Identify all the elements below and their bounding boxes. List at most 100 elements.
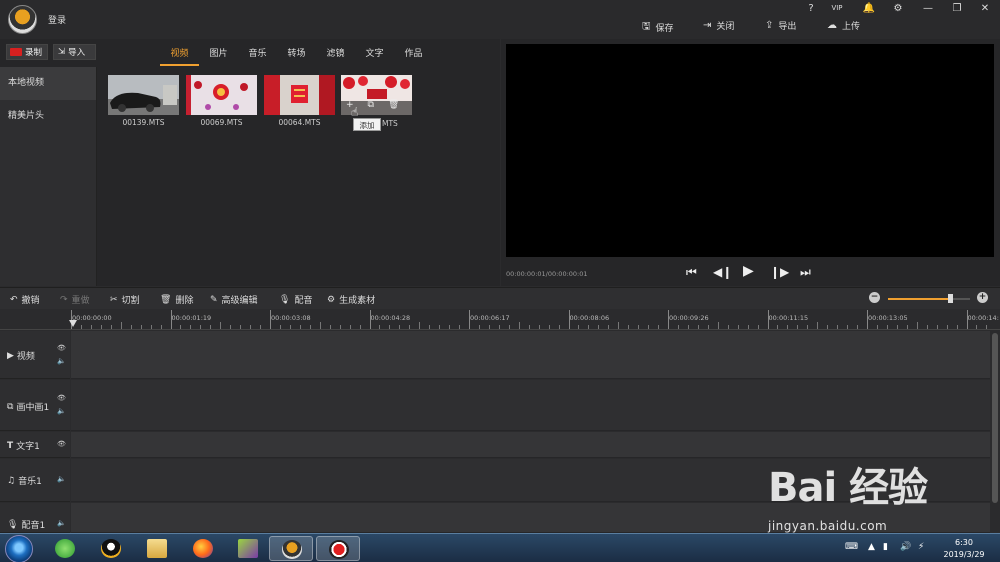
ruler-time-label: 00:00:14: bbox=[967, 314, 999, 322]
taskbar-app-qq[interactable] bbox=[89, 536, 133, 561]
music-note-icon: ♫ bbox=[7, 475, 16, 486]
sidebar-item-intro[interactable]: 精美片头 bbox=[0, 100, 96, 133]
advanced-edit-button[interactable]: ✎ 高级编辑 bbox=[210, 293, 258, 307]
media-clip[interactable]: 00069.MTS bbox=[186, 75, 257, 127]
track-lane-video[interactable] bbox=[71, 331, 990, 379]
tab-video[interactable]: 视频 bbox=[160, 46, 199, 66]
taskbar-app-video-editor[interactable] bbox=[269, 536, 313, 561]
media-clip[interactable]: 00139.MTS bbox=[108, 75, 179, 127]
ruler-minor-tick bbox=[618, 322, 620, 329]
start-button[interactable] bbox=[5, 535, 33, 562]
dub-button[interactable]: 🎙 配音 bbox=[279, 293, 312, 307]
timeline-scroll-thumb[interactable] bbox=[992, 333, 998, 503]
zoom-out-button[interactable]: − bbox=[869, 292, 880, 303]
ruler-minor-tick bbox=[578, 325, 580, 329]
tab-text[interactable]: 文字 bbox=[355, 46, 394, 66]
scissors-icon: ✂ bbox=[110, 294, 118, 305]
close-project-button[interactable]: ⇥ 关闭 bbox=[703, 19, 734, 32]
import-button[interactable]: ⇲ 导入 bbox=[53, 44, 96, 60]
taskbar-app-recorder[interactable] bbox=[316, 536, 360, 561]
media-clip[interactable]: 00064.MTS bbox=[264, 75, 335, 127]
ruler-minor-tick bbox=[658, 325, 660, 329]
ruler-minor-tick bbox=[449, 325, 451, 329]
step-back-icon[interactable]: ◀❙ bbox=[713, 265, 732, 279]
device-icon[interactable]: ▮ bbox=[883, 542, 888, 552]
zoom-slider-handle[interactable] bbox=[947, 294, 953, 303]
zoom-in-button[interactable]: + bbox=[977, 292, 988, 303]
minimize-button[interactable]: — bbox=[921, 3, 935, 14]
skip-end-icon[interactable]: ⏭ bbox=[800, 265, 811, 280]
timeline-ruler[interactable]: 00:00:00:00 00:00:01:19 00:00:03:08 00:00:0… bbox=[0, 309, 1000, 330]
export-button[interactable]: ⇪ 导出 bbox=[765, 19, 796, 32]
ruler-minor-tick bbox=[817, 322, 819, 329]
bell-icon[interactable]: 🔔 bbox=[862, 3, 876, 14]
play-icon[interactable]: ▶ bbox=[743, 263, 754, 279]
close-button[interactable]: ✕ bbox=[978, 3, 992, 14]
playhead-marker[interactable] bbox=[69, 320, 77, 327]
trash-icon: 🗑 bbox=[160, 294, 172, 305]
speaker-icon[interactable]: 🔈 bbox=[57, 475, 66, 483]
step-forward-icon[interactable]: ❙▶ bbox=[770, 265, 789, 279]
tab-music[interactable]: 音乐 bbox=[238, 46, 277, 66]
ruler-time-label: 00:00:00:00 bbox=[72, 314, 112, 322]
ruler-minor-tick bbox=[528, 325, 530, 329]
title-bar: 登录 ? VIP 🔔 ⚙ — ❐ ✕ 🖫 保存 ⇥ 关闭 ⇪ 导出 ☁ 上传 bbox=[0, 0, 1000, 39]
tray-expand-icon[interactable]: ▲ bbox=[868, 542, 875, 552]
pip-icon[interactable]: ⧉ bbox=[368, 100, 374, 110]
skip-start-icon[interactable]: ⏮ bbox=[686, 265, 697, 280]
record-button[interactable]: 录制 bbox=[6, 44, 48, 60]
tab-works[interactable]: 作品 bbox=[394, 46, 433, 66]
microphone-icon: 🎙 bbox=[7, 519, 19, 530]
tab-transition[interactable]: 转场 bbox=[277, 46, 316, 66]
ruler-minor-tick bbox=[478, 325, 480, 329]
clip-filename: 00064.MTS bbox=[278, 118, 321, 127]
ruler-minor-tick bbox=[847, 325, 849, 329]
vip-icon[interactable]: VIP bbox=[830, 4, 844, 12]
gear-icon[interactable]: ⚙ bbox=[891, 3, 905, 14]
save-button[interactable]: 🖫 保存 bbox=[642, 19, 674, 36]
eye-icon[interactable]: 👁 bbox=[57, 440, 66, 448]
trash-icon[interactable]: 🗑 bbox=[388, 100, 399, 110]
text-track-icon: T bbox=[7, 440, 14, 451]
upload-button[interactable]: ☁ 上传 bbox=[827, 19, 860, 32]
ruler-minor-tick bbox=[777, 325, 779, 329]
ruler-time-label: 00:00:11:15 bbox=[768, 314, 809, 322]
speaker-icon[interactable]: 🔈 bbox=[57, 519, 66, 527]
help-icon[interactable]: ? bbox=[804, 3, 818, 14]
add-tooltip: 添加 bbox=[353, 118, 381, 131]
restore-button[interactable]: ❐ bbox=[950, 3, 964, 14]
taskbar-app-360[interactable] bbox=[43, 536, 87, 561]
speaker-icon[interactable]: 🔈 bbox=[57, 407, 66, 415]
ruler-minor-tick bbox=[459, 325, 461, 329]
taskbar-app-player[interactable] bbox=[226, 536, 270, 561]
track-header-music: ♫ 音乐1 🔈 bbox=[0, 459, 70, 502]
undo-button[interactable]: ↶ 撤销 bbox=[10, 293, 40, 307]
tab-filter[interactable]: 滤镜 bbox=[316, 46, 355, 66]
taskbar-app-explorer[interactable] bbox=[135, 536, 179, 561]
taskbar-app-firefox[interactable] bbox=[181, 536, 225, 561]
generate-material-button[interactable]: ⚙ 生成素材 bbox=[327, 293, 375, 307]
preview-screen[interactable] bbox=[506, 44, 994, 257]
keyboard-icon[interactable]: ⌨ bbox=[845, 542, 858, 552]
network-icon[interactable]: ⚡ bbox=[918, 542, 924, 552]
ruler-minor-tick bbox=[140, 325, 142, 329]
volume-icon[interactable]: 🔊 bbox=[900, 542, 911, 552]
avatar[interactable] bbox=[8, 5, 37, 34]
video-editor-icon bbox=[282, 540, 302, 559]
cut-button[interactable]: ✂ 切割 bbox=[110, 293, 140, 307]
system-clock[interactable]: 6:30 2019/3/29 bbox=[940, 537, 988, 561]
sidebar-item-local-video[interactable]: 本地视频 bbox=[0, 67, 96, 100]
login-link[interactable]: 登录 bbox=[48, 13, 66, 26]
track-header-text: T 文字1 👁 bbox=[0, 432, 70, 458]
eye-icon[interactable]: 👁 bbox=[57, 344, 66, 352]
tab-image[interactable]: 图片 bbox=[199, 46, 238, 66]
ruler-minor-tick bbox=[409, 325, 411, 329]
track-lane-pip[interactable] bbox=[71, 380, 990, 431]
eye-icon[interactable]: 👁 bbox=[57, 394, 66, 402]
firefox-icon bbox=[193, 539, 213, 558]
speaker-icon[interactable]: 🔈 bbox=[57, 357, 66, 365]
redo-button[interactable]: ↷ 重做 bbox=[60, 293, 90, 307]
ruler-time-label: 00:00:08:06 bbox=[569, 314, 610, 322]
ruler-minor-tick bbox=[359, 325, 361, 329]
delete-button[interactable]: 🗑 删除 bbox=[160, 293, 193, 307]
